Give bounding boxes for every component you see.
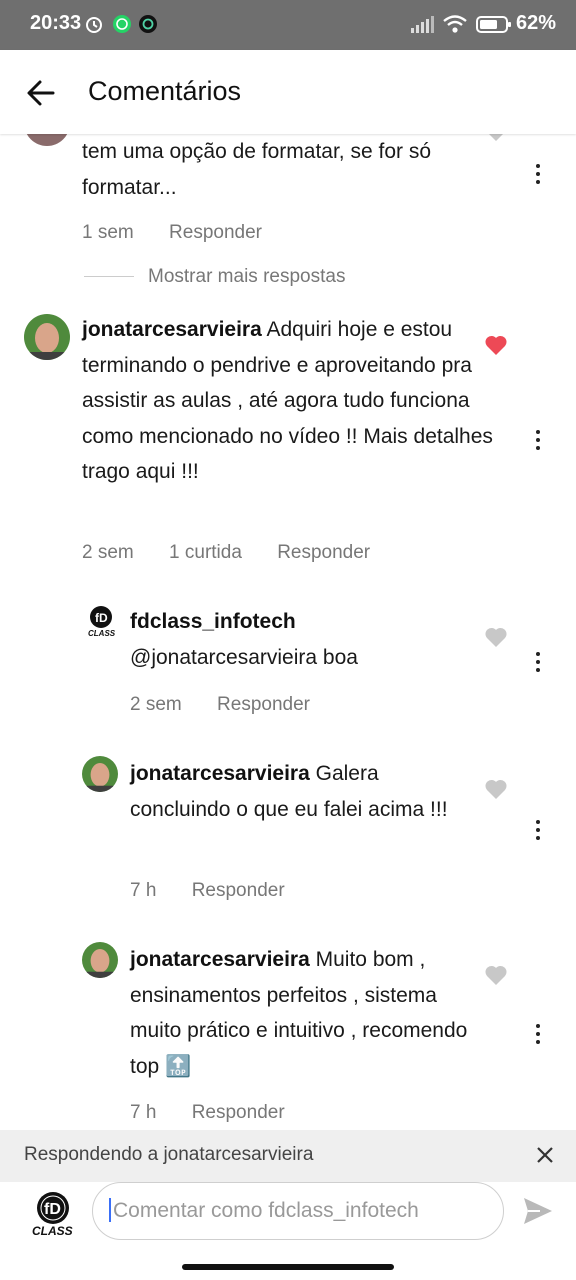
like-heart-icon[interactable]	[484, 778, 508, 800]
like-heart-icon[interactable]	[484, 964, 508, 986]
more-options-icon[interactable]	[533, 820, 543, 846]
comment-time: 2 sem	[130, 694, 182, 715]
comment-time: 7 h	[130, 880, 157, 901]
svg-text:CLASS: CLASS	[88, 629, 116, 638]
comment-input-placeholder: Comentar como fdclass_infotech	[113, 1199, 419, 1222]
comment-body: jonatarcesarvieira Adquiri hoje e estou …	[82, 312, 502, 490]
like-heart-icon[interactable]	[484, 134, 508, 142]
comment-meta: 2 sem 1 curtida Responder	[82, 542, 400, 564]
app-notification-icon	[139, 15, 157, 33]
profile-photo	[82, 942, 118, 978]
comment-time: 1 sem	[82, 222, 134, 243]
comment-likes[interactable]: 1 curtida	[169, 542, 242, 563]
more-options-icon[interactable]	[533, 164, 543, 190]
comment-body: jonatarcesarvieira Muito bom , ensinamen…	[130, 942, 470, 1084]
comment-username[interactable]: jonatarcesarvieira	[82, 318, 262, 341]
comment-text: tem uma opção de formatar, se for só for…	[82, 140, 432, 199]
reply-link[interactable]: Responder	[217, 694, 310, 715]
reply-link[interactable]: Responder	[192, 1102, 285, 1123]
more-options-icon[interactable]	[533, 1024, 543, 1050]
avatar[interactable]	[82, 756, 118, 792]
replying-to-label: Respondendo a jonatarcesarvieira	[24, 1144, 314, 1165]
like-heart-icon[interactable]	[484, 626, 508, 648]
reply-link[interactable]: Responder	[277, 542, 370, 563]
comment-meta: 2 sem Responder	[130, 694, 340, 716]
status-bar: 20:33 62%	[0, 0, 576, 50]
avatar[interactable]	[82, 942, 118, 978]
comment-text: Adquiri hoje e estou terminando o pendri…	[82, 318, 493, 483]
more-options-icon[interactable]	[533, 652, 543, 678]
comment-username[interactable]: jonatarcesarvieira	[130, 762, 310, 785]
reply-link[interactable]: Responder	[192, 880, 285, 901]
comment-time: 2 sem	[82, 542, 134, 563]
app-header: Comentários	[0, 50, 576, 134]
status-time: 20:33	[30, 12, 82, 34]
back-arrow-icon[interactable]	[26, 78, 56, 108]
wifi-icon	[443, 15, 467, 33]
page-title: Comentários	[88, 76, 242, 106]
comment-username[interactable]: fdclass_infotech	[130, 610, 296, 633]
avatar-fdclass-logo[interactable]: fD CLASS	[84, 604, 118, 638]
divider	[84, 276, 134, 278]
fdclass-logo-icon: fD CLASS	[32, 1192, 73, 1238]
comment-input[interactable]: Comentar como fdclass_infotech	[92, 1182, 504, 1240]
alarm-icon	[86, 17, 102, 33]
show-more-label: Mostrar mais respostas	[148, 266, 346, 287]
replying-to-bar: Respondendo a jonatarcesarvieira	[0, 1130, 576, 1182]
home-indicator[interactable]	[182, 1264, 394, 1270]
svg-text:fD: fD	[44, 1201, 61, 1218]
comment-body: jonatarcesarvieira Galera concluindo o q…	[130, 756, 470, 827]
close-icon[interactable]	[536, 1146, 554, 1164]
comments-list[interactable]: tem uma opção de formatar, se for só for…	[0, 134, 576, 1130]
more-options-icon[interactable]	[533, 430, 543, 456]
comment-username[interactable]: jonatarcesarvieira	[130, 948, 310, 971]
comment-meta: 1 sem Responder	[82, 222, 292, 244]
profile-photo	[24, 314, 70, 360]
logo-text: CLASS	[32, 1224, 73, 1238]
battery-icon	[476, 16, 511, 33]
show-more-replies[interactable]: Mostrar mais respostas	[84, 266, 345, 288]
comment-time: 7 h	[130, 1102, 157, 1123]
reply-link[interactable]: Responder	[169, 222, 262, 243]
fdclass-logo-icon: fD CLASS	[88, 606, 116, 638]
comment-text: @jonatarcesarvieira boa	[130, 645, 358, 669]
whatsapp-icon	[113, 15, 131, 33]
battery-percent: 62%	[516, 12, 557, 34]
avatar[interactable]	[24, 314, 70, 360]
like-heart-filled-icon[interactable]	[484, 334, 508, 356]
comment-meta: 7 h Responder	[130, 1102, 315, 1124]
profile-photo	[82, 756, 118, 792]
comment-body: fdclass_infotech @jonatarcesarvieira boa	[130, 604, 470, 675]
avatar[interactable]	[24, 134, 70, 146]
svg-text:fD: fD	[95, 611, 108, 625]
send-icon[interactable]	[522, 1196, 554, 1226]
signal-icon	[411, 16, 434, 33]
comment-meta: 7 h Responder	[130, 880, 315, 902]
text-caret	[109, 1198, 111, 1222]
